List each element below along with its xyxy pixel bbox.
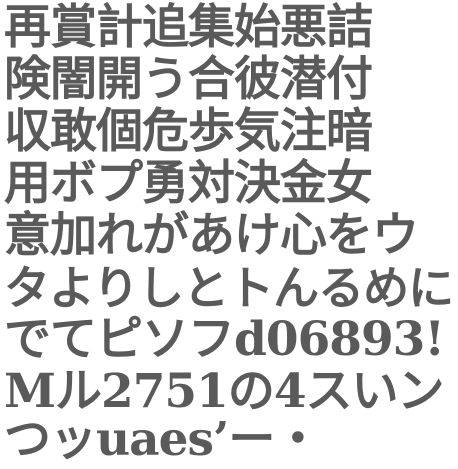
glyph-row-9: つッuaes’ー・: [4, 414, 321, 466]
glyph-row-1: 再賞計追集始悪詰: [4, 2, 373, 54]
glyph-row-7: でてピソフd06893!: [4, 314, 445, 366]
glyph-row-5: 意加れがあけ心をウ: [4, 210, 419, 262]
glyph-row-3: 収敢個危歩気注暗: [4, 106, 373, 158]
glyph-row-4: 用ボプ勇対決金女: [4, 158, 373, 210]
glyph-row-6: タよりしとトんるめに: [4, 262, 454, 314]
glyph-sample-sheet: 再賞計追集始悪詰 険闇開う合彼潜付 収敢個危歩気注暗 用ボプ勇対決金女 意加れが…: [0, 0, 458, 469]
glyph-row-2: 険闇開う合彼潜付: [4, 54, 373, 106]
glyph-row-8: Mル2751の4スいン: [4, 366, 445, 418]
